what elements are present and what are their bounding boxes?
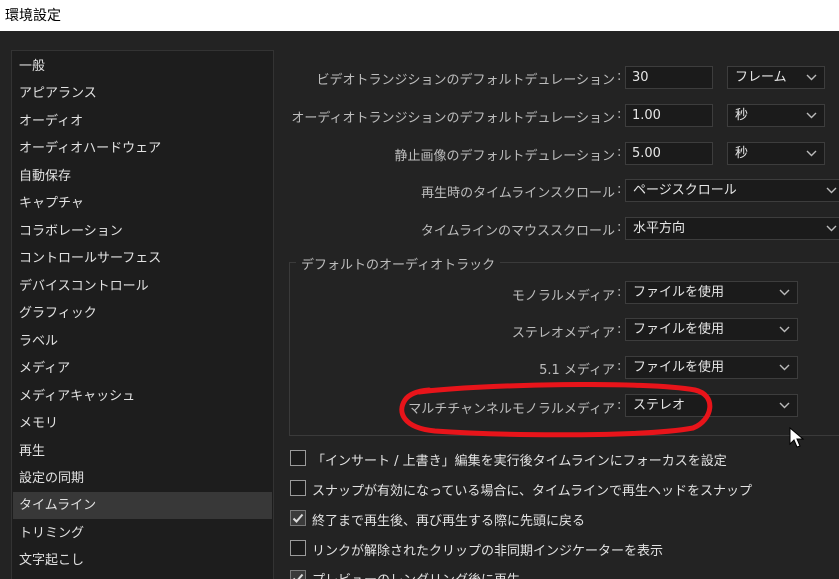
out-of-sync-indicator-label: リンクが解除されたクリップの非同期インジケーターを表示 (312, 544, 664, 559)
mouse-scroll-label: タイムラインのマウススクロール (420, 224, 615, 239)
select-value: ページスクロール (633, 183, 737, 198)
play-after-render-label: プレビューのレンダリング後に再生 (312, 569, 520, 579)
video-transition-duration-label: ビデオトランジションのデフォルトデュレーション (316, 73, 615, 88)
sidebar-item-appearance[interactable]: アピアランス (13, 80, 272, 107)
select-value: 秒 (735, 108, 749, 123)
audio-transition-duration-label: オーディオトランジションのデフォルトデュレーション (291, 111, 615, 126)
chevron-down-icon (779, 364, 790, 371)
snap-playhead-checkbox[interactable] (290, 480, 306, 496)
label-colon: : (617, 145, 622, 160)
still-image-duration-input[interactable]: 5.00 (625, 142, 713, 165)
select-value: ステレオ (633, 398, 686, 413)
video-transition-duration-input[interactable]: 30 (625, 66, 713, 89)
select-value: 水平方向 (633, 221, 686, 236)
checkmark-icon (292, 513, 304, 523)
mouse-scroll-select[interactable]: 水平方向 (625, 217, 839, 240)
sidebar-item-auto-save[interactable]: 自動保存 (13, 163, 272, 190)
label-colon: : (617, 220, 622, 235)
chevron-down-icon (826, 187, 837, 194)
play-after-render-checkbox[interactable] (290, 570, 306, 579)
sidebar-item-graphics[interactable]: グラフィック (13, 300, 272, 327)
chevron-down-icon (806, 74, 817, 81)
still-image-unit-select[interactable]: 秒 (727, 142, 825, 165)
sidebar-item-general[interactable]: 一般 (13, 53, 272, 80)
chevron-down-icon (779, 402, 790, 409)
label-colon: : (617, 398, 622, 413)
checkmark-icon (293, 573, 304, 579)
label-colon: : (617, 322, 622, 337)
five-one-media-select[interactable]: ファイルを使用 (625, 356, 798, 379)
chevron-down-icon (806, 112, 817, 119)
select-value: 秒 (735, 146, 749, 161)
label-colon: : (617, 359, 622, 374)
select-value: ファイルを使用 (633, 360, 725, 375)
sidebar-item-audio[interactable]: オーディオ (13, 108, 272, 135)
label-colon: : (617, 107, 622, 122)
sidebar-item-media[interactable]: メディア (13, 355, 272, 382)
mono-media-select[interactable]: ファイルを使用 (625, 281, 798, 304)
preferences-sidebar: 一般 アピアランス オーディオ オーディオハードウェア 自動保存 キャプチャ コ… (11, 50, 274, 579)
stereo-media-select[interactable]: ファイルを使用 (625, 318, 798, 341)
snap-playhead-label: スナップが有効になっている場合に、タイムラインで再生ヘッドをスナップ (312, 484, 753, 499)
window-titlebar: 環境設定 (0, 0, 839, 31)
sidebar-item-labels[interactable]: ラベル (13, 328, 272, 355)
stereo-media-label: ステレオメディア (511, 326, 615, 341)
sidebar-item-audio-hardware[interactable]: オーディオハードウェア (13, 135, 272, 162)
audio-transition-duration-input[interactable]: 1.00 (625, 104, 713, 127)
sidebar-item-control-surface[interactable]: コントロールサーフェス (13, 245, 272, 272)
sidebar-item-playback[interactable]: 再生 (13, 438, 272, 465)
sidebar-item-memory[interactable]: メモリ (13, 410, 272, 437)
sidebar-item-collaboration[interactable]: コラボレーション (13, 218, 272, 245)
playback-scroll-select[interactable]: ページスクロール (625, 179, 839, 202)
label-colon: : (617, 182, 622, 197)
focus-timeline-label: 「インサート / 上書き」編集を実行後タイムラインにフォーカスを設定 (312, 454, 727, 469)
sidebar-item-device-control[interactable]: デバイスコントロール (13, 273, 272, 300)
default-audio-tracks-title: デフォルトのオーディオトラック (296, 254, 501, 273)
chevron-down-icon (779, 289, 790, 296)
label-colon: : (617, 285, 622, 300)
select-value: ファイルを使用 (633, 285, 725, 300)
playback-scroll-label: 再生時のタイムラインスクロール (421, 186, 615, 201)
still-image-duration-label: 静止画像のデフォルトデュレーション (394, 149, 615, 164)
sidebar-item-media-cache[interactable]: メディアキャッシュ (13, 383, 272, 410)
sidebar-item-timeline[interactable]: タイムライン (13, 492, 272, 519)
select-value: フレーム (735, 70, 787, 85)
sidebar-item-sync-settings[interactable]: 設定の同期 (13, 465, 272, 492)
return-to-start-label: 終了まで再生後、再び再生する際に先頭に戻る (312, 514, 586, 529)
sidebar-item-trimming[interactable]: トリミング (13, 520, 272, 547)
multichannel-mono-select[interactable]: ステレオ (625, 394, 798, 417)
sidebar-item-capture[interactable]: キャプチャ (13, 190, 272, 217)
audio-transition-unit-select[interactable]: 秒 (727, 104, 825, 127)
label-colon: : (617, 69, 622, 84)
window-title: 環境設定 (5, 8, 61, 24)
five-one-media-label: 5.1 メディア (539, 363, 615, 378)
mono-media-label: モノラルメディア (511, 289, 615, 304)
select-value: ファイルを使用 (633, 322, 725, 337)
return-to-start-checkbox[interactable] (290, 510, 306, 526)
chevron-down-icon (826, 225, 837, 232)
focus-timeline-checkbox[interactable] (290, 450, 306, 466)
chevron-down-icon (806, 150, 817, 157)
multichannel-mono-label: マルチチャンネルモノラルメディア (408, 402, 615, 417)
sidebar-item-transcription[interactable]: 文字起こし (13, 547, 272, 574)
chevron-down-icon (779, 326, 790, 333)
out-of-sync-indicator-checkbox[interactable] (290, 540, 306, 556)
video-transition-unit-select[interactable]: フレーム (727, 66, 825, 89)
